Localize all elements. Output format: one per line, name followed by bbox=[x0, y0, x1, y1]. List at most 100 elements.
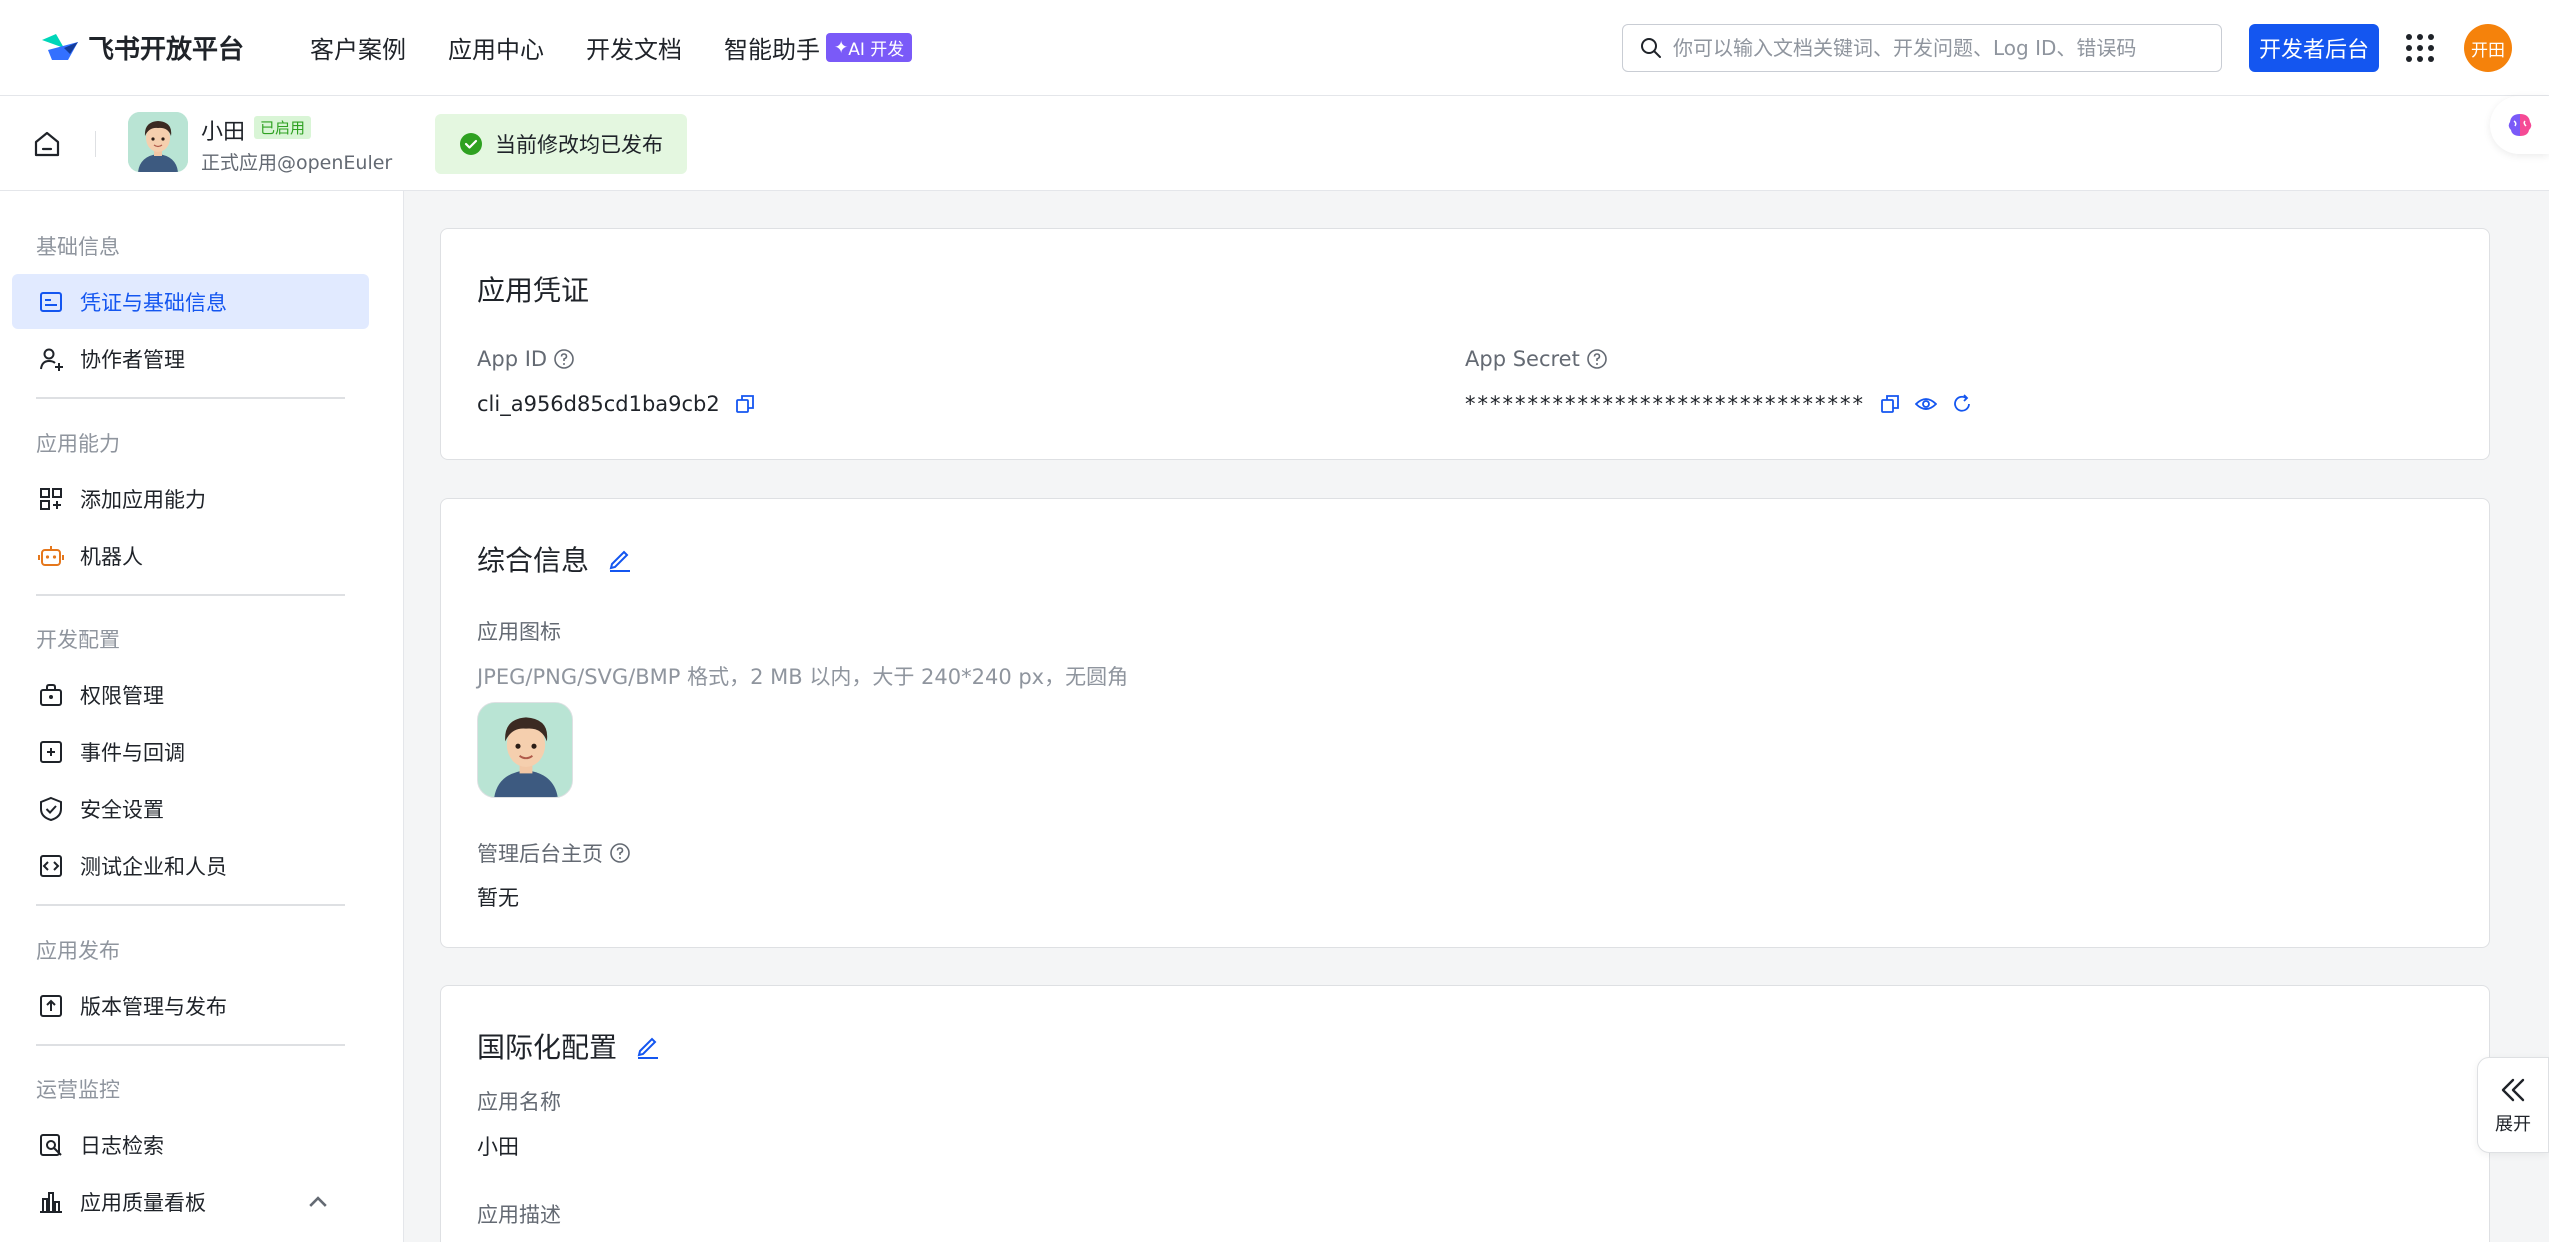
sidebar-item-events[interactable]: 事件与回调 bbox=[12, 724, 369, 779]
nav-dev-docs[interactable]: 开发文档 bbox=[586, 30, 682, 65]
expand-panel-button[interactable]: 展开 bbox=[2477, 1057, 2549, 1153]
sidebar-divider bbox=[36, 397, 345, 399]
app-icon-image bbox=[478, 703, 572, 797]
event-icon bbox=[40, 740, 62, 763]
app-secret-label: App Secret bbox=[1465, 347, 1608, 371]
i18n-title: 国际化配置 bbox=[477, 1026, 661, 1066]
homepage-label: 管理后台主页 bbox=[477, 838, 631, 868]
check-circle-icon bbox=[460, 133, 482, 155]
apps-add-icon bbox=[40, 487, 62, 510]
app-id-text: cli_a956d85cd1ba9cb2 bbox=[477, 392, 720, 416]
app-header: 小田 已启用 正式应用@openEuler 当前修改均已发布 bbox=[0, 96, 2549, 191]
edit-icon[interactable] bbox=[635, 1033, 661, 1059]
sidebar-group-dev-config: 开发配置 bbox=[36, 628, 120, 652]
copy-icon[interactable] bbox=[734, 393, 756, 415]
app-name-value: 小田 bbox=[477, 1135, 519, 1159]
app-avatar bbox=[128, 112, 188, 172]
sidebar-item-quality[interactable]: 应用质量看板 bbox=[12, 1174, 369, 1229]
search-icon bbox=[1641, 38, 1661, 58]
app-secret-text: ******************************** bbox=[1465, 392, 1865, 416]
apps-grid-icon[interactable] bbox=[2404, 32, 2436, 64]
app-id-value: cli_a956d85cd1ba9cb2 bbox=[477, 392, 756, 416]
sidebar-divider bbox=[36, 594, 345, 596]
credentials-title: 应用凭证 bbox=[477, 274, 590, 307]
help-icon[interactable] bbox=[553, 348, 575, 370]
sidebar-group-release: 应用发布 bbox=[36, 939, 120, 963]
sidebar-item-label: 事件与回调 bbox=[80, 740, 185, 765]
credential-icon bbox=[40, 291, 62, 312]
sidebar-divider bbox=[36, 904, 345, 906]
eye-icon[interactable] bbox=[1915, 393, 1937, 415]
dev-console-button[interactable]: 开发者后台 bbox=[2249, 24, 2379, 72]
app-id-label: App ID bbox=[477, 347, 575, 371]
sidebar-item-robot[interactable]: 机器人 bbox=[12, 528, 369, 583]
sidebar-item-add-capability[interactable]: 添加应用能力 bbox=[12, 471, 369, 526]
sidebar-item-credentials[interactable]: 凭证与基础信息 bbox=[12, 274, 369, 329]
sidebar-item-label: 应用质量看板 bbox=[80, 1190, 206, 1215]
nav-app-center[interactable]: 应用中心 bbox=[448, 30, 544, 65]
log-search-icon bbox=[40, 1133, 62, 1156]
refresh-icon[interactable] bbox=[1951, 393, 1973, 415]
app-icon-hint: JPEG/PNG/SVG/BMP 格式，2 MB 以内，大于 240*240 p… bbox=[477, 665, 1129, 689]
app-name: 小田 bbox=[201, 120, 246, 145]
sidebar-item-label: 日志检索 bbox=[80, 1133, 164, 1158]
app-icon-upload[interactable] bbox=[477, 702, 573, 798]
header-divider bbox=[95, 131, 96, 157]
robot-icon bbox=[38, 545, 64, 566]
brain-icon bbox=[2508, 114, 2531, 136]
ai-badge-label: AI 开发 bbox=[848, 40, 905, 60]
edit-icon[interactable] bbox=[607, 546, 633, 572]
feishu-logo-icon bbox=[42, 33, 78, 60]
user-avatar[interactable]: 开田 bbox=[2464, 24, 2512, 72]
general-info-title-text: 综合信息 bbox=[477, 544, 590, 577]
sidebar-item-test-tenants[interactable]: 测试企业和人员 bbox=[12, 838, 369, 893]
nav-customer-cases[interactable]: 客户案例 bbox=[310, 30, 406, 65]
app-type: 正式应用@openEuler bbox=[201, 152, 393, 174]
nav-ai-assistant-label: 智能助手 bbox=[724, 36, 820, 64]
ai-dev-badge: ✦ AI 开发 bbox=[826, 33, 913, 62]
user-add-icon bbox=[40, 348, 63, 371]
double-chevron-left-icon bbox=[2501, 1078, 2525, 1102]
upload-icon bbox=[40, 994, 62, 1017]
expand-label: 展开 bbox=[2495, 1114, 2531, 1135]
app-desc-label: 应用描述 bbox=[477, 1203, 561, 1227]
ai-brain-button[interactable] bbox=[2490, 96, 2549, 154]
home-icon[interactable] bbox=[32, 129, 62, 159]
sidebar-item-label: 协作者管理 bbox=[80, 347, 185, 372]
search-box[interactable] bbox=[1622, 24, 2222, 72]
sidebar: 基础信息 凭证与基础信息 协作者管理 应用能力 添加应用能力 机器人 开发配置 … bbox=[0, 191, 404, 1242]
publish-status-text: 当前修改均已发布 bbox=[495, 133, 663, 157]
copy-icon[interactable] bbox=[1879, 393, 1901, 415]
help-icon[interactable] bbox=[609, 842, 631, 864]
app-name-label: 应用名称 bbox=[477, 1090, 561, 1114]
sidebar-item-security[interactable]: 安全设置 bbox=[12, 781, 369, 836]
help-icon[interactable] bbox=[1586, 348, 1608, 370]
sidebar-group-monitoring: 运营监控 bbox=[36, 1078, 120, 1102]
sidebar-item-collaborators[interactable]: 协作者管理 bbox=[12, 331, 369, 386]
sidebar-item-label: 版本管理与发布 bbox=[80, 994, 227, 1019]
i18n-title-text: 国际化配置 bbox=[477, 1031, 618, 1064]
homepage-value: 暂无 bbox=[477, 886, 519, 910]
homepage-label-text: 管理后台主页 bbox=[477, 842, 603, 866]
sidebar-divider bbox=[36, 1044, 345, 1046]
sidebar-group-basic: 基础信息 bbox=[36, 235, 120, 259]
sidebar-item-label: 测试企业和人员 bbox=[80, 854, 227, 879]
general-info-title: 综合信息 bbox=[477, 539, 633, 579]
general-info-card: 综合信息 应用图标 JPEG/PNG/SVG/BMP 格式，2 MB 以内，大于… bbox=[440, 498, 2490, 948]
nav-ai-assistant[interactable]: 智能助手 ✦ AI 开发 bbox=[724, 30, 913, 65]
publish-status: 当前修改均已发布 bbox=[435, 114, 687, 174]
app-avatar-image bbox=[128, 112, 188, 172]
status-badge: 已启用 bbox=[254, 116, 312, 139]
sidebar-item-label: 添加应用能力 bbox=[80, 487, 206, 512]
sidebar-item-permissions[interactable]: 权限管理 bbox=[12, 667, 369, 722]
credentials-card: 应用凭证 App ID cli_a956d85cd1ba9cb2 App Sec… bbox=[440, 228, 2490, 460]
app-secret-value: ******************************** bbox=[1465, 392, 1973, 416]
bar-chart-icon bbox=[40, 1191, 62, 1213]
app-icon-label: 应用图标 bbox=[477, 620, 561, 644]
search-input[interactable] bbox=[1673, 36, 2193, 60]
sidebar-item-versions[interactable]: 版本管理与发布 bbox=[12, 978, 369, 1033]
app-id-label-text: App ID bbox=[477, 347, 548, 371]
chevron-up-icon[interactable] bbox=[305, 1189, 331, 1215]
sidebar-item-logs[interactable]: 日志检索 bbox=[12, 1117, 369, 1172]
logo[interactable]: 飞书开放平台 bbox=[38, 29, 264, 66]
